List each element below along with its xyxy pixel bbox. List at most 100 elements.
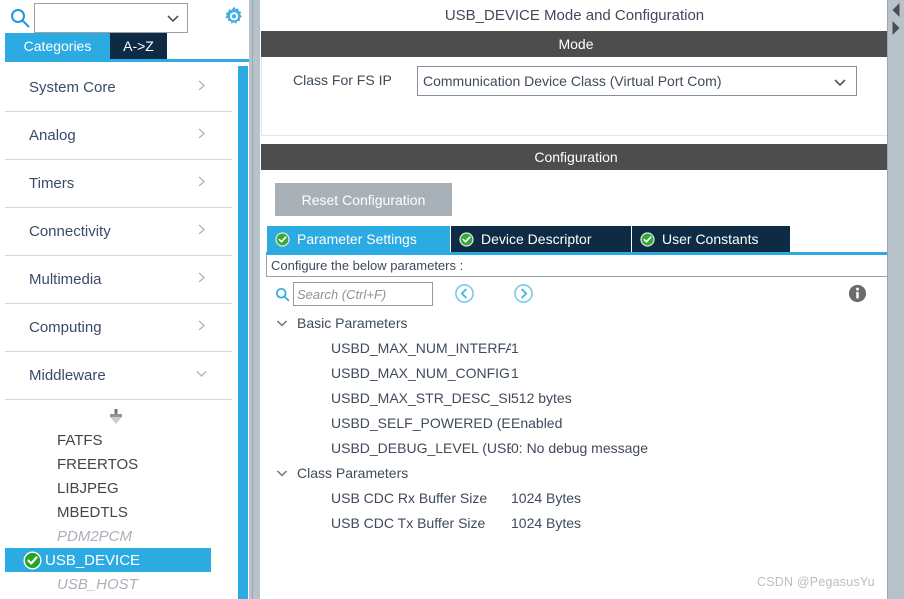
sidebar-item-label: Timers <box>29 175 75 192</box>
list-item-fatfs[interactable]: FATFS <box>5 428 211 452</box>
circle-left-arrow-icon[interactable] <box>454 283 475 304</box>
list-item-usb-host[interactable]: USB_HOST <box>5 572 211 596</box>
table-row[interactable]: USBD_SELF_POWERED (Enab... Enabled <box>266 410 890 435</box>
reset-configuration-button[interactable]: Reset Configuration <box>275 183 452 216</box>
chevron-right-icon <box>195 271 208 289</box>
sidebar-item-label: Multimedia <box>29 271 102 288</box>
chevron-right-icon <box>195 223 208 241</box>
list-item-label: PDM2PCM <box>57 527 133 545</box>
chevron-down-icon[interactable] <box>165 10 181 26</box>
class-for-fs-ip-label: Class For FS IP <box>293 72 392 88</box>
configuration-section-body: Reset Configuration Parameter Settings D… <box>261 170 891 599</box>
search-icon <box>8 6 32 30</box>
parameter-value: Enabled <box>511 414 563 431</box>
tab-device-descriptor[interactable]: Device Descriptor <box>451 226 631 252</box>
sidebar-item-computing[interactable]: Computing <box>5 304 232 352</box>
sidebar-item-analog[interactable]: Analog <box>5 112 232 160</box>
tab-parameter-settings[interactable]: Parameter Settings <box>267 226 450 252</box>
sidebar-item-label: Computing <box>29 319 102 336</box>
sidebar-item-connectivity[interactable]: Connectivity <box>5 208 232 256</box>
sidebar-tabs: Categories A->Z <box>0 33 260 59</box>
category-list: System Core Analog Timers Connectivity M… <box>5 64 232 406</box>
green-check-icon <box>459 231 474 247</box>
table-row[interactable]: USBD_MAX_NUM_INTERFACE... 1 <box>266 335 890 360</box>
parameter-name: USBD_MAX_NUM_CONFIGUR... <box>331 364 511 381</box>
circle-right-arrow-icon[interactable] <box>513 283 534 304</box>
configure-note: Configure the below parameters : <box>266 255 890 277</box>
parameter-name: USBD_MAX_STR_DESC_SIZ (... <box>331 389 511 406</box>
sidebar-item-label: Analog <box>29 127 76 144</box>
stm32cubemx-window: Categories A->Z System Core Analog Timer… <box>0 0 904 599</box>
tab-categories[interactable]: Categories <box>5 33 110 59</box>
panel-divider-line <box>252 0 253 599</box>
list-item-label: USB_HOST <box>57 575 138 593</box>
table-row[interactable]: USBD_DEBUG_LEVEL (USBD ... 0: No debug m… <box>266 435 890 460</box>
sidebar-search-box[interactable] <box>34 3 188 33</box>
sidebar-item-label: Middleware <box>29 367 106 384</box>
sidebar-scrollbar-thumb[interactable] <box>238 66 248 599</box>
scroll-up-indicator-icon[interactable] <box>0 406 232 428</box>
tab-a-to-z[interactable]: A->Z <box>110 33 167 59</box>
list-item-label: LIBJPEG <box>57 479 119 497</box>
class-for-fs-ip-value: Communication Device Class (Virtual Port… <box>423 73 722 89</box>
group-row-class-parameters[interactable]: Class Parameters <box>266 460 890 485</box>
list-item-label: FREERTOS <box>57 455 139 473</box>
list-item-usb-device[interactable]: USB_DEVICE <box>5 548 211 572</box>
sidebar-item-label: System Core <box>29 79 116 96</box>
sidebar-item-system-core[interactable]: System Core <box>5 64 232 112</box>
tab-label: User Constants <box>662 231 759 247</box>
chevron-down-icon <box>275 316 289 330</box>
sidebar-search-row <box>0 0 260 36</box>
green-check-icon <box>23 551 42 570</box>
tab-label: Device Descriptor <box>481 231 592 247</box>
search-icon <box>274 286 291 303</box>
chevron-right-icon <box>195 127 208 145</box>
panel-collapse-arrows[interactable] <box>889 2 903 36</box>
parameter-value: 1 <box>511 339 519 356</box>
chevron-down-icon <box>195 367 208 385</box>
search-input[interactable] <box>35 6 163 30</box>
group-row-basic-parameters[interactable]: Basic Parameters <box>266 310 890 335</box>
chevron-down-icon <box>275 466 289 480</box>
parameter-name: USBD_SELF_POWERED (Enab... <box>331 414 511 431</box>
sidebar-item-middleware[interactable]: Middleware <box>5 352 232 400</box>
green-check-icon <box>640 231 655 247</box>
parameter-name: USBD_DEBUG_LEVEL (USBD ... <box>331 439 511 456</box>
chevron-right-icon <box>195 175 208 193</box>
mode-section-header: Mode <box>261 31 891 57</box>
list-item-mbedtls[interactable]: MBEDTLS <box>5 500 211 524</box>
parameter-value: 1024 Bytes <box>511 489 582 506</box>
list-item-libjpeg[interactable]: LIBJPEG <box>5 476 211 500</box>
sidebar-item-label: Connectivity <box>29 223 111 240</box>
mode-section-body: Class For FS IP Communication Device Cla… <box>261 57 891 136</box>
gear-icon[interactable] <box>220 3 248 31</box>
parameter-toolbar <box>266 280 890 310</box>
info-icon[interactable] <box>847 283 868 304</box>
parameter-value: 1 <box>511 364 519 381</box>
green-check-icon <box>275 231 290 247</box>
page-title: USB_DEVICE Mode and Configuration <box>260 0 888 30</box>
list-item-label: MBEDTLS <box>57 503 128 521</box>
tab-user-constants[interactable]: User Constants <box>632 226 790 252</box>
sidebar-item-multimedia[interactable]: Multimedia <box>5 256 232 304</box>
configuration-panel: USB_DEVICE Mode and Configuration Mode C… <box>260 0 904 599</box>
class-for-fs-ip-select[interactable]: Communication Device Class (Virtual Port… <box>417 66 857 96</box>
configuration-section-header: Configuration <box>261 144 891 170</box>
list-item-pdm2pcm[interactable]: PDM2PCM <box>5 524 211 548</box>
table-row[interactable]: USBD_MAX_NUM_CONFIGUR... 1 <box>266 360 890 385</box>
parameter-value: 512 bytes <box>511 389 572 406</box>
list-item-freertos[interactable]: FREERTOS <box>5 452 211 476</box>
parameter-value: 0: No debug message <box>511 439 648 456</box>
table-row[interactable]: USB CDC Tx Buffer Size 1024 Bytes <box>266 510 890 535</box>
parameter-list: Basic Parameters USBD_MAX_NUM_INTERFACE.… <box>266 310 890 595</box>
watermark: CSDN @PegasusYu <box>757 575 875 589</box>
search-input[interactable] <box>294 284 432 304</box>
table-row[interactable]: USBD_MAX_STR_DESC_SIZ (... 512 bytes <box>266 385 890 410</box>
tab-label: Parameter Settings <box>297 231 417 247</box>
table-row[interactable]: USB CDC Rx Buffer Size 1024 Bytes <box>266 485 890 510</box>
parameter-value: 1024 Bytes <box>511 514 582 531</box>
list-item-label: FATFS <box>57 431 103 449</box>
sidebar-item-timers[interactable]: Timers <box>5 160 232 208</box>
parameter-search-box[interactable] <box>293 282 433 306</box>
sidebar-tabs-underline <box>5 59 250 62</box>
